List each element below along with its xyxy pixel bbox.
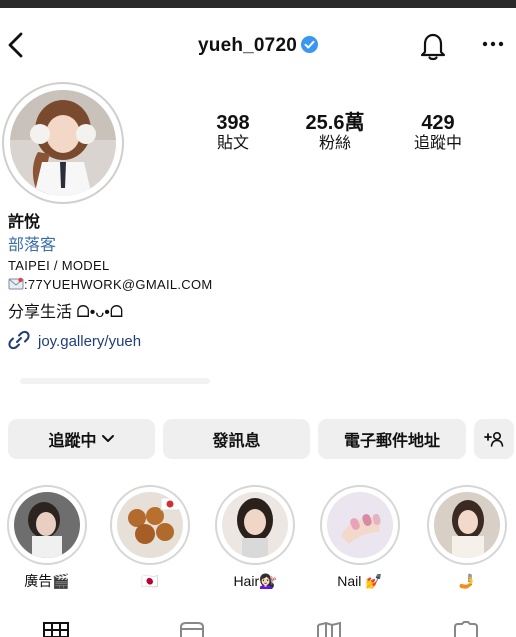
stat-posts[interactable]: 398 貼文 [178, 112, 288, 154]
highlight-caption: Nail 💅 [337, 573, 383, 589]
status-bar-strip [0, 0, 516, 8]
bio-line-share: 分享生活 ᗝ•ᴗ•ᗝ [8, 304, 124, 321]
reels-tab-icon[interactable] [178, 621, 206, 637]
stat-followers-value: 25.6萬 [305, 112, 365, 134]
stat-posts-value: 398 [216, 112, 250, 134]
blurred-text-line [20, 378, 210, 384]
verified-badge-icon [300, 36, 318, 53]
bio-line-email: :77YUEHWORK@GMAIL.COM [8, 277, 213, 292]
highlight-cover [215, 485, 295, 565]
add-user-icon [484, 431, 504, 447]
more-dots-icon[interactable] [480, 34, 506, 54]
highlight-cover [427, 485, 507, 565]
highlight-cover [320, 485, 400, 565]
stat-following-value: 429 [421, 112, 455, 134]
stat-followers-label: 粉絲 [318, 135, 351, 152]
highlight-hair[interactable]: Hair💇🏻‍♀️ [210, 485, 300, 591]
bio-email-text: :77YUEHWORK@GMAIL.COM [24, 277, 213, 292]
email-button[interactable]: 電子郵件地址 [318, 419, 466, 459]
stat-posts-label: 貼文 [216, 135, 249, 152]
highlight-caption: 🇯🇵 [141, 573, 159, 589]
profile-avatar[interactable] [2, 82, 124, 204]
highlight-cover [7, 485, 87, 565]
highlight-cover [110, 485, 190, 565]
profile-category[interactable]: 部落客 [8, 231, 56, 255]
highlight-selfie[interactable]: 🤳 [422, 485, 512, 591]
highlight-ad[interactable]: 廣告🎬 [2, 485, 92, 591]
following-button[interactable]: 追蹤中 [8, 419, 155, 459]
profile-link-text: joy.gallery/yueh [38, 333, 142, 350]
highlight-japan[interactable]: 🇯🇵 [105, 485, 195, 591]
stat-following-label: 追蹤中 [413, 135, 462, 152]
stat-followers[interactable]: 25.6萬 粉絲 [280, 112, 390, 154]
avatar-photo [10, 90, 116, 196]
tagged-tab-icon[interactable] [452, 621, 480, 637]
stat-following[interactable]: 429 追蹤中 [383, 112, 493, 154]
bio-line-location: TAIPEI / MODEL [8, 258, 110, 273]
envelope-icon [8, 277, 24, 290]
profile-link[interactable]: joy.gallery/yueh [8, 330, 141, 350]
highlight-nail[interactable]: Nail 💅 [315, 485, 405, 591]
bell-icon[interactable] [418, 30, 448, 62]
profile-name: 許悅 [8, 214, 41, 231]
highlight-caption: Hair💇🏻‍♀️ [233, 573, 277, 589]
highlight-caption: 廣告🎬 [24, 573, 70, 589]
username-text: yueh_0720 [198, 35, 297, 56]
email-button-label: 電子郵件地址 [343, 433, 440, 450]
chevron-down-icon [101, 435, 114, 442]
message-button[interactable]: 發訊息 [163, 419, 310, 459]
highlight-caption: 🤳 [458, 573, 476, 589]
following-button-label: 追蹤中 [48, 433, 97, 450]
link-icon [8, 330, 30, 350]
suggest-user-button[interactable] [474, 419, 514, 459]
grid-tab-icon[interactable] [42, 621, 70, 637]
profile-header: yueh_0720 [0, 8, 516, 80]
guides-tab-icon[interactable] [315, 621, 343, 637]
message-button-label: 發訊息 [212, 433, 261, 450]
profile-tabs [0, 615, 516, 637]
